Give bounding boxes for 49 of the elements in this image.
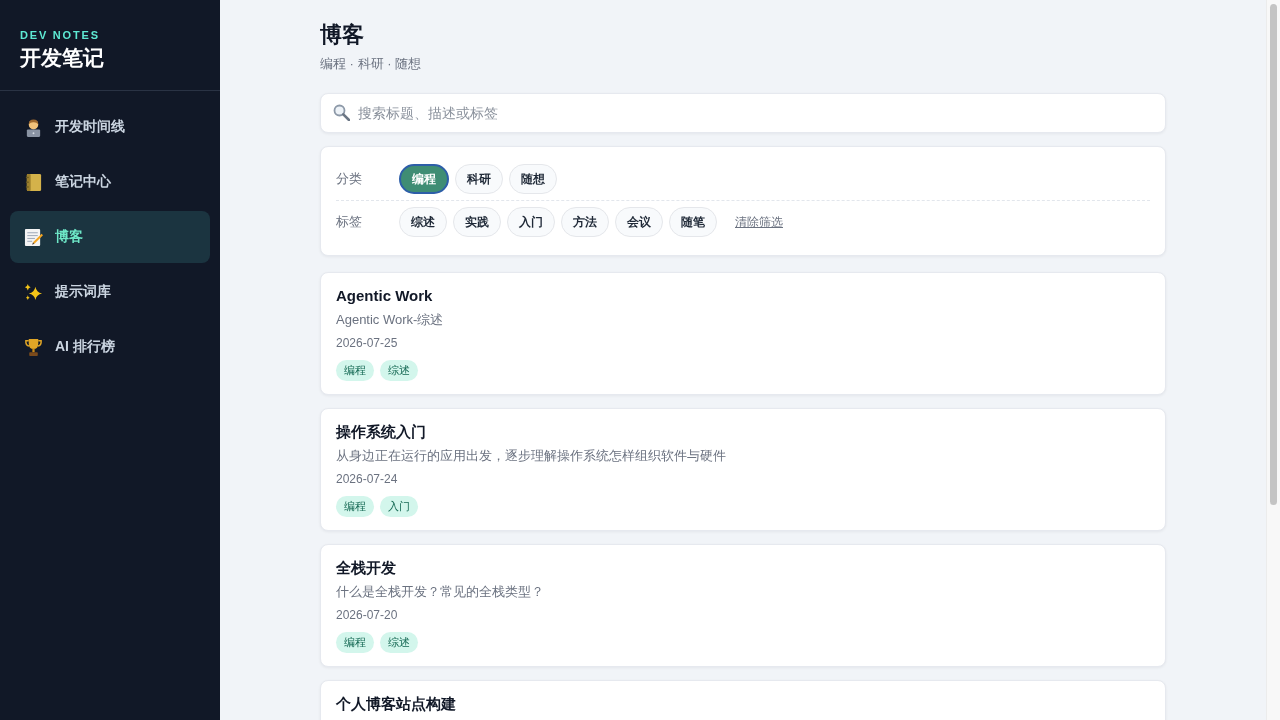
memo-pencil-icon [24,227,43,247]
nav-item[interactable]: AI 排行榜 [10,321,210,373]
filter-label: 标签 [336,213,363,231]
post-tag: 综述 [380,632,418,653]
post-date: 2026-07-20 [336,607,398,624]
post-date: 2026-07-25 [336,335,398,352]
nav-item[interactable]: 博客 [10,211,210,263]
post-title: 操作系统入门 [336,422,426,442]
nav-item[interactable]: 开发时间线 [10,101,210,153]
filter-label: 分类 [336,170,363,188]
search-icon [333,104,350,121]
person-at-laptop-icon [24,117,43,137]
post-description: Agentic Work-综述 [336,311,444,329]
post-description: 从身边正在运行的应用出发，逐步理解操作系统怎样组织软件与硬件 [336,447,726,465]
tag-chip[interactable]: 方法 [561,207,609,237]
post-card[interactable]: 全栈开发 什么是全栈开发？常见的全栈类型？ 2026-07-20 编程 综述 [320,544,1166,667]
tag-chip[interactable]: 会议 [615,207,663,237]
post-card[interactable]: Agentic Work Agentic Work-综述 2026-07-25 编程 综述 [320,272,1166,395]
post-date: 2026-07-24 [336,471,398,488]
post-title: 个人博客站点构建 [336,694,456,714]
post-tag: 编程 [336,632,374,653]
category-chip[interactable]: 科研 [455,164,503,194]
tag-chip[interactable]: 入门 [507,207,555,237]
clear-filters-link[interactable]: 清除筛选 [735,213,783,231]
brand-eyebrow: DEV NOTES [20,28,100,42]
post-tag: 综述 [380,360,418,381]
sparkles-icon [24,282,43,302]
brand-title: 开发笔记 [20,45,104,71]
category-chip[interactable]: 随想 [509,164,557,194]
scrollbar-thumb[interactable] [1270,4,1277,505]
search-field[interactable]: 搜索标题、描述或标签 [320,93,1166,133]
post-title: 全栈开发 [336,558,396,578]
post-tag: 入门 [380,496,418,517]
page-subtitle: 编程 · 科研 · 随想 [320,55,422,73]
tag-chip[interactable]: 随笔 [669,207,717,237]
post-card[interactable]: 个人博客站点构建 [320,680,1166,720]
post-title: Agentic Work [336,286,433,306]
post-description: 什么是全栈开发？常见的全栈类型？ [336,583,544,601]
notebook-icon [24,172,43,192]
category-chip[interactable]: 编程 [399,164,449,194]
tag-chip[interactable]: 实践 [453,207,501,237]
post-tag: 编程 [336,360,374,381]
post-tag: 编程 [336,496,374,517]
nav-item[interactable]: 提示词库 [10,266,210,318]
trophy-icon [24,337,43,357]
tag-chip[interactable]: 综述 [399,207,447,237]
nav-item[interactable]: 笔记中心 [10,156,210,208]
post-card[interactable]: 操作系统入门 从身边正在运行的应用出发，逐步理解操作系统怎样组织软件与硬件 2026-07-24 编程 入门 [320,408,1166,531]
page-title: 博客 [320,21,364,49]
